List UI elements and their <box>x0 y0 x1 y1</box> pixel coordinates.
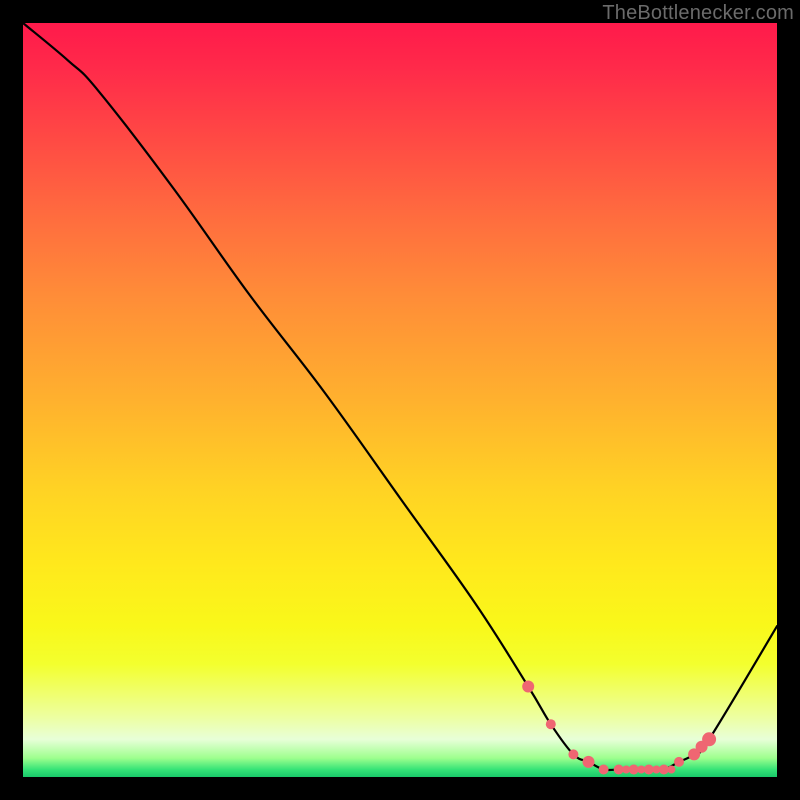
chart-stage: TheBottlenecker.com <box>0 0 800 800</box>
marker-point <box>599 765 609 775</box>
marker-point <box>674 757 684 767</box>
marker-point <box>583 756 595 768</box>
marker-point <box>629 765 639 775</box>
bottleneck-curve <box>23 23 777 770</box>
chart-svg <box>23 23 777 777</box>
chart-plot-area <box>23 23 777 777</box>
marker-point <box>522 681 534 693</box>
marker-point <box>644 765 654 775</box>
marker-point <box>702 732 716 746</box>
marker-point <box>667 766 675 774</box>
marker-group <box>522 681 716 775</box>
marker-point <box>568 749 578 759</box>
marker-point <box>546 719 556 729</box>
watermark-text: TheBottlenecker.com <box>602 2 794 25</box>
